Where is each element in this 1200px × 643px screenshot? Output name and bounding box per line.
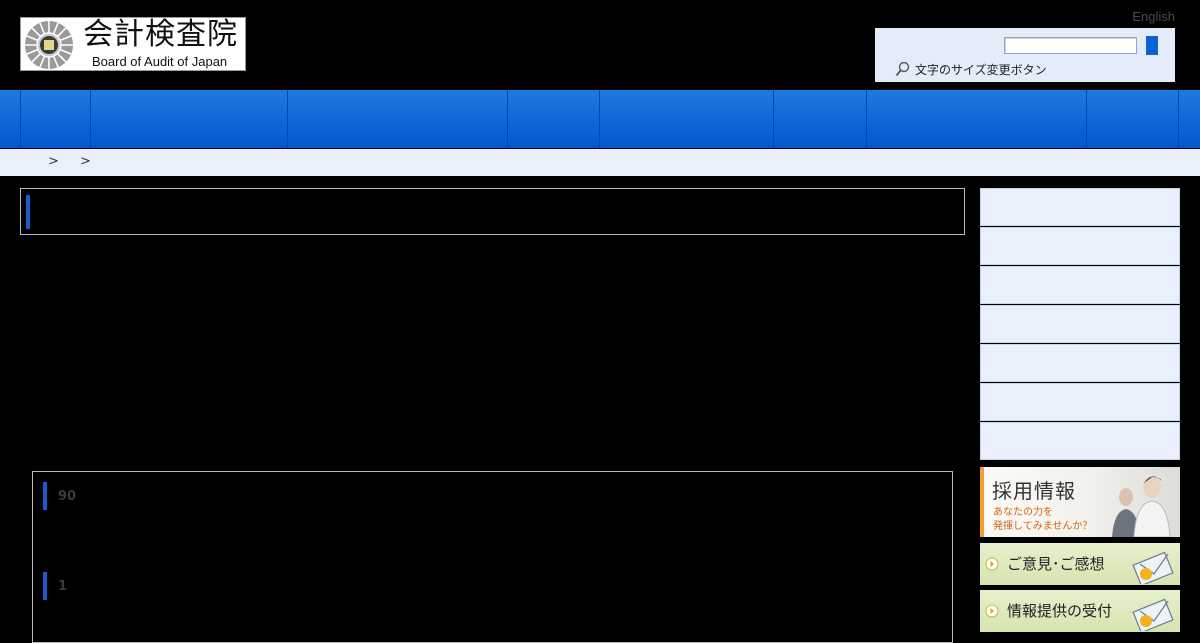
opinion-label: ご意見･ご感想 <box>1007 555 1105 573</box>
nav-divider <box>20 90 21 148</box>
section-heading-number: 1 <box>58 579 68 594</box>
breadcrumb-separator: > <box>48 154 59 169</box>
section-accent-bar <box>43 572 47 600</box>
nav-item-1[interactable] <box>20 90 90 148</box>
nav-divider <box>773 90 774 148</box>
nav-item-7[interactable] <box>867 90 1086 148</box>
opinion-banner[interactable]: ご意見･ご感想 <box>980 543 1180 585</box>
title-accent-bar <box>26 195 30 229</box>
nav-divider <box>599 90 600 148</box>
content-panel: 90 1 <box>32 471 953 643</box>
nav-item-3[interactable] <box>288 90 507 148</box>
page-title-box <box>20 188 965 235</box>
mail-icon <box>1132 551 1174 584</box>
nav-item-5[interactable] <box>600 90 773 148</box>
info-submission-banner[interactable]: 情報提供の受付 <box>980 590 1180 632</box>
recruit-subtitle: 発揮してみませんか？ <box>993 521 1093 532</box>
sidebar-item[interactable] <box>980 305 1180 343</box>
nav-item-4[interactable] <box>508 90 599 148</box>
nav-item-6[interactable] <box>774 90 866 148</box>
section-accent-bar <box>43 482 47 510</box>
breadcrumb-separator: > <box>80 154 91 169</box>
nav-divider <box>507 90 508 148</box>
nav-item-2[interactable] <box>91 90 287 148</box>
seal-logo-icon <box>25 21 73 69</box>
logo-english-text: Board of Audit of Japan <box>92 54 228 69</box>
magnifier-icon <box>895 61 910 77</box>
sidebar-item[interactable] <box>980 227 1180 265</box>
recruit-banner[interactable]: 採用情報 あなたの力を 発揮してみませんか？ <box>980 467 1180 537</box>
nav-divider <box>287 90 288 148</box>
arrow-circle-icon <box>985 604 999 618</box>
nav-item-9[interactable] <box>1179 90 1200 148</box>
nav-divider <box>1178 90 1179 148</box>
recruit-subtitle: あなたの力を <box>993 507 1053 518</box>
info-submission-label: 情報提供の受付 <box>1007 602 1113 620</box>
search-input[interactable] <box>1004 37 1137 54</box>
section-heading-number: 90 <box>58 489 77 504</box>
global-navigation <box>0 90 1200 148</box>
sidebar-item[interactable] <box>980 383 1180 421</box>
arrow-circle-icon <box>985 557 999 571</box>
utility-panel: 文字のサイズ変更ボタン <box>875 28 1175 82</box>
nav-divider <box>1086 90 1087 148</box>
sidebar-item[interactable] <box>980 422 1180 460</box>
site-logo[interactable]: 会計検査院 Board of Audit of Japan <box>20 17 246 71</box>
sidebar-item[interactable] <box>980 344 1180 382</box>
sidebar-item[interactable] <box>980 188 1180 226</box>
sidebar-item[interactable] <box>980 266 1180 304</box>
logo-japanese-text: 会計検査院 <box>83 17 238 52</box>
font-size-change-button[interactable]: 文字のサイズ変更ボタン <box>915 63 1047 77</box>
recruit-title: 採用情報 <box>992 479 1076 503</box>
mail-icon <box>1132 598 1174 631</box>
breadcrumb: > > <box>0 149 1200 176</box>
search-button[interactable] <box>1146 36 1158 55</box>
nav-divider <box>866 90 867 148</box>
people-photo-icon <box>1112 476 1171 537</box>
english-link[interactable]: English <box>1132 9 1175 24</box>
recruit-accent-stripe <box>980 467 984 537</box>
nav-divider <box>90 90 91 148</box>
nav-item-8[interactable] <box>1087 90 1178 148</box>
